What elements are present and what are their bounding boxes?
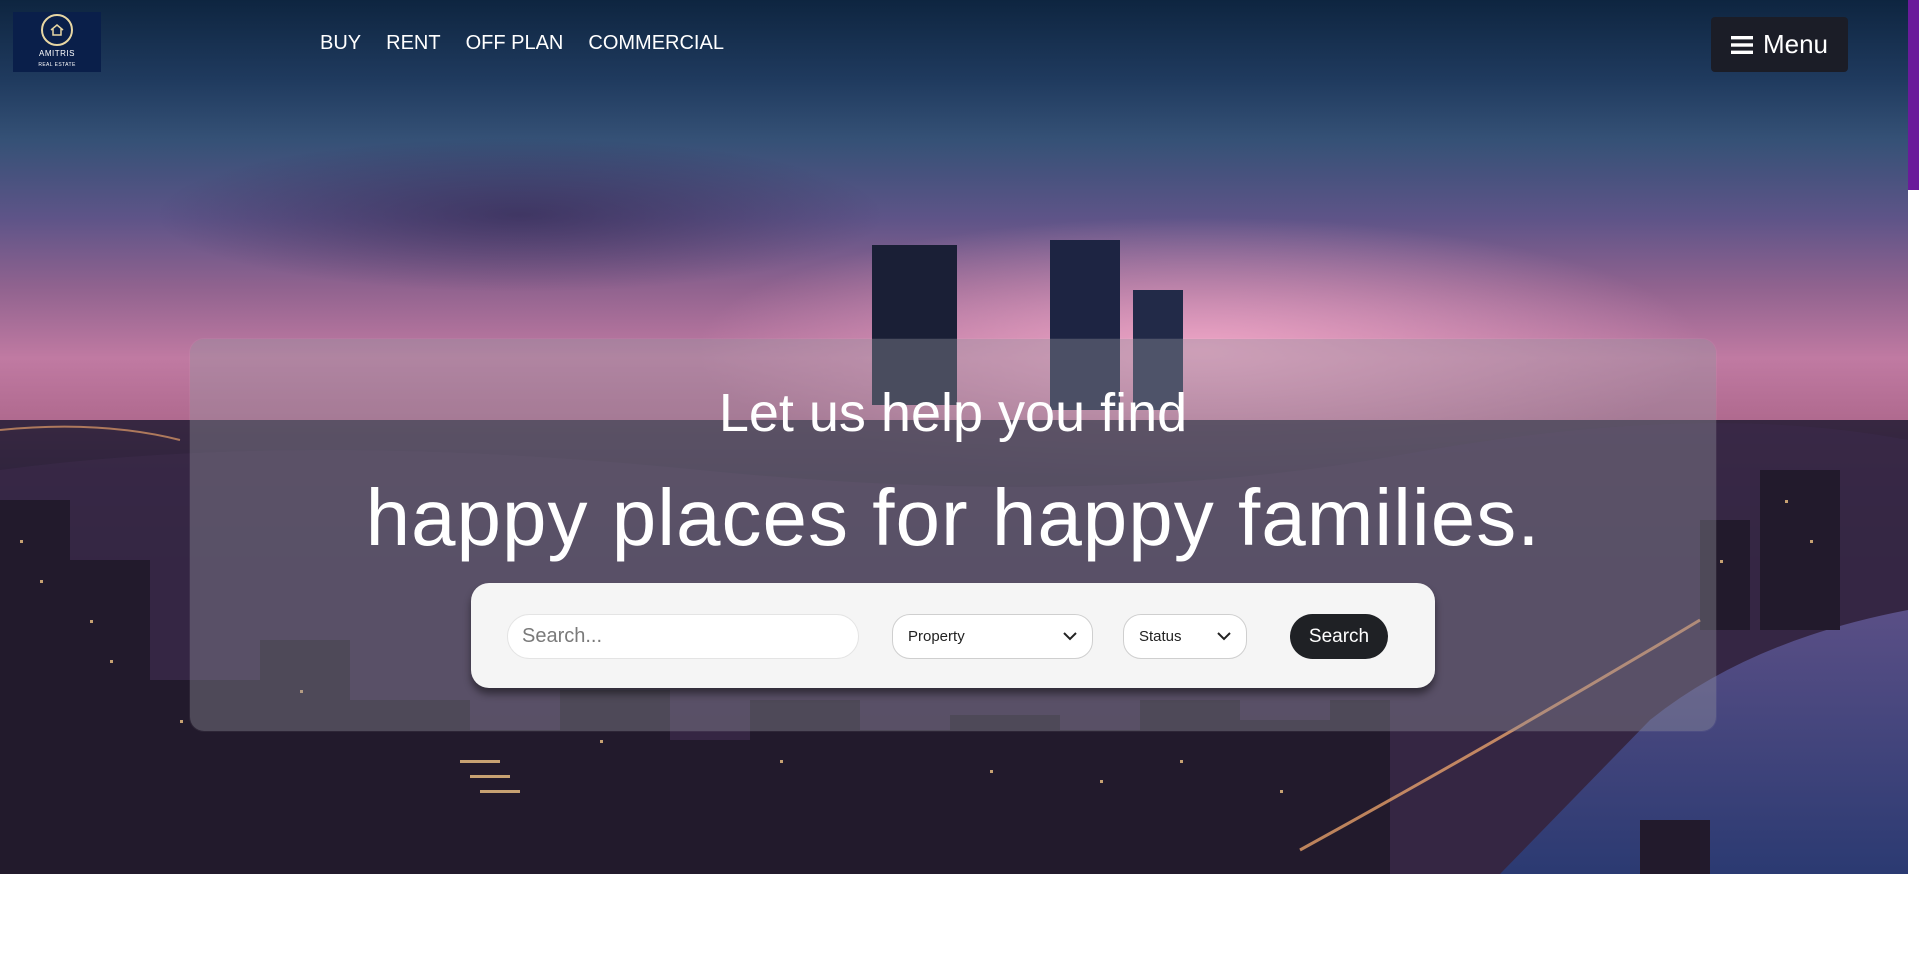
house-logo-icon (41, 14, 73, 46)
search-input[interactable] (507, 614, 859, 659)
main-nav: BUY RENT OFF PLAN COMMERCIAL (320, 32, 724, 55)
scrollbar-thumb[interactable] (1908, 0, 1919, 190)
property-select[interactable]: Property (892, 614, 1093, 659)
hero-heading: happy places for happy families. (365, 473, 1541, 562)
status-select-value: Status (1139, 628, 1182, 645)
nav-rent-link[interactable]: RENT (386, 32, 440, 55)
chevron-down-icon (1063, 632, 1077, 641)
nav-off-plan-link[interactable]: OFF PLAN (466, 32, 564, 55)
hamburger-icon (1730, 35, 1753, 54)
menu-button[interactable]: Menu (1711, 17, 1848, 72)
nav-commercial-link[interactable]: COMMERCIAL (588, 32, 724, 55)
property-select-value: Property (908, 628, 965, 645)
nav-buy-link[interactable]: BUY (320, 32, 361, 55)
logo-subtitle: REAL ESTATE (38, 62, 76, 68)
chevron-down-icon (1217, 632, 1231, 641)
menu-label: Menu (1762, 29, 1829, 59)
logo-name: AMITRIS (39, 49, 75, 58)
brand-logo[interactable]: AMITRIS REAL ESTATE (13, 12, 101, 72)
status-select[interactable]: Status (1123, 614, 1247, 659)
hero-subheading: Let us help you find (718, 383, 1188, 443)
search-button[interactable]: Search (1290, 614, 1388, 659)
